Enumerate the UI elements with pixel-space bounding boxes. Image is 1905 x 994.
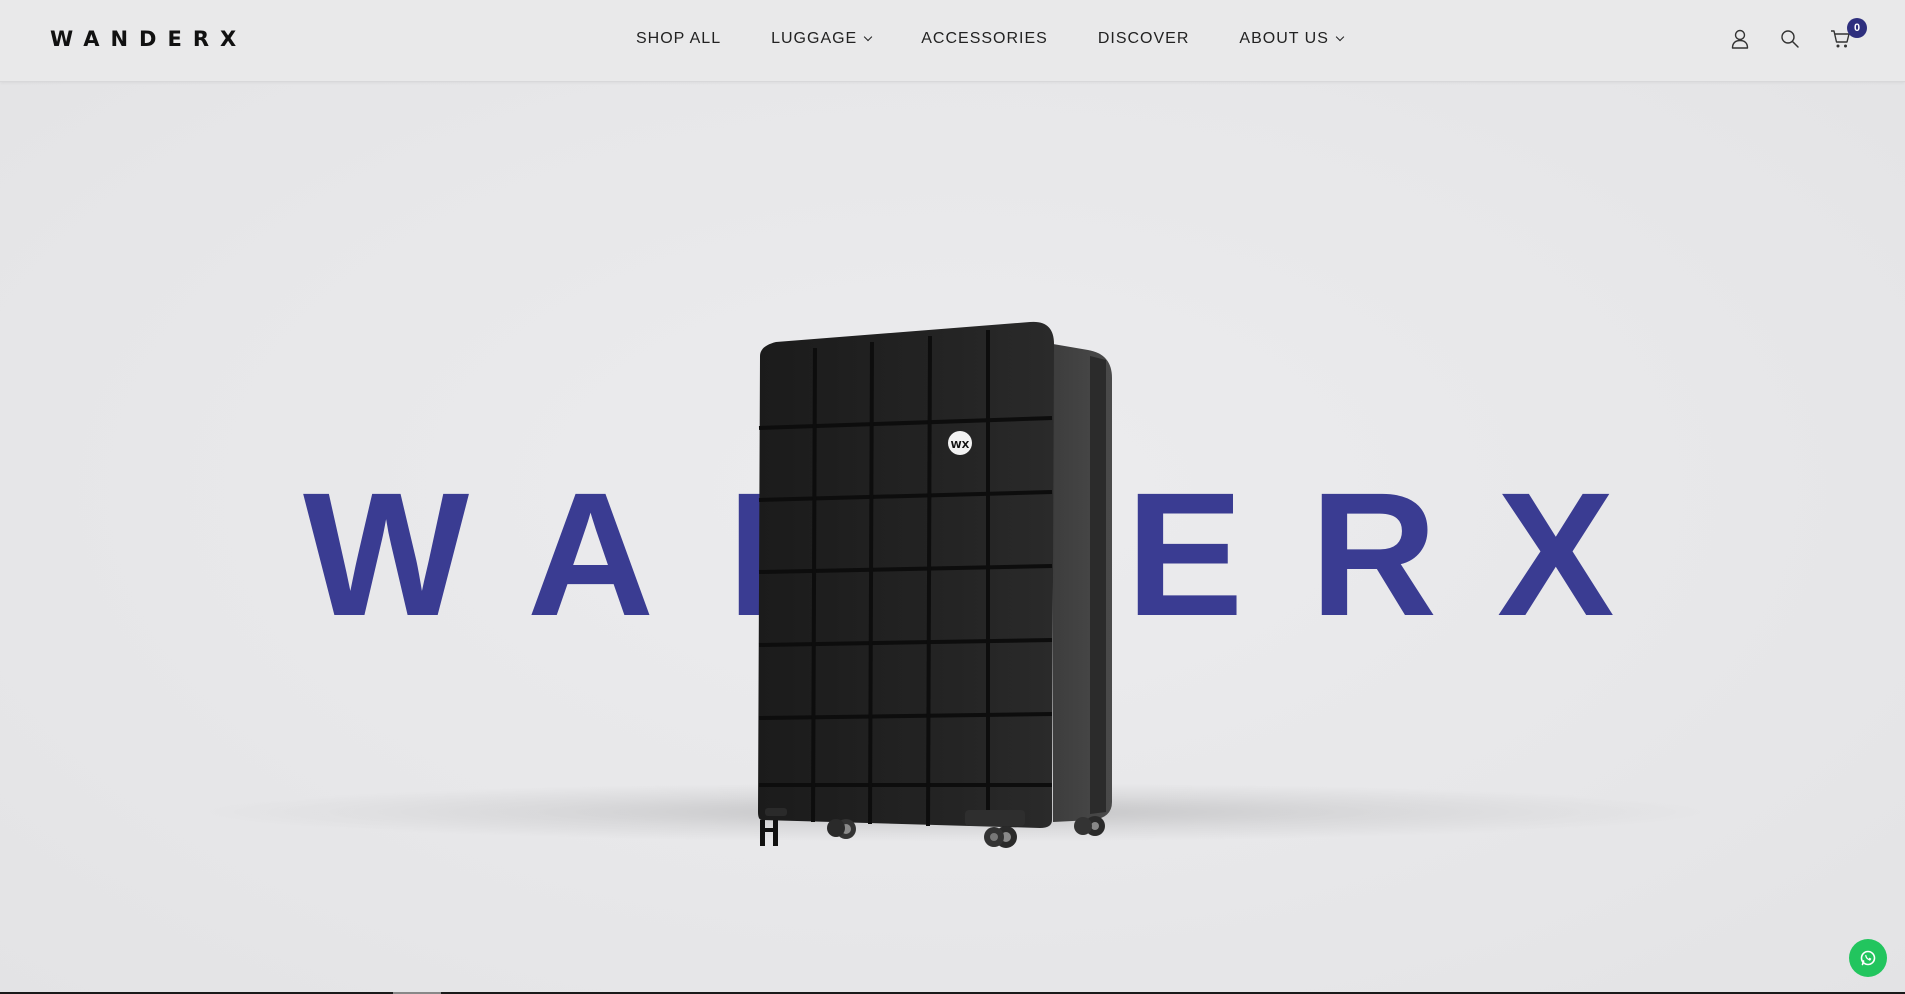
hero-section: W A N D E R X [0, 82, 1905, 992]
hero-letter: X [1497, 457, 1615, 653]
hero-letter: R [1310, 457, 1438, 653]
nav-label: ABOUT US [1239, 30, 1329, 47]
nav-luggage[interactable]: LUGGAGE [771, 30, 873, 48]
nav-label: ACCESSORIES [921, 30, 1048, 47]
suitcase-image: WX [740, 320, 1130, 850]
hero-letter: A [527, 457, 655, 653]
search-icon[interactable] [1780, 28, 1804, 52]
hero-letter: W [303, 457, 470, 653]
user-icon[interactable] [1730, 28, 1754, 52]
nav-label: DISCOVER [1097, 30, 1190, 47]
site-logo[interactable]: WANDERX [50, 27, 247, 51]
nav-label: LUGGAGE [771, 30, 858, 47]
hero-letter: E [1126, 457, 1244, 653]
cart-count-badge: 0 [1847, 18, 1867, 38]
whatsapp-icon [1860, 950, 1876, 966]
nav-about-us[interactable]: ABOUT US [1239, 30, 1345, 48]
main-nav: SHOP ALL LUGGAGE ACCESSORIES DISCOVER AB… [636, 30, 1345, 48]
chevron-down-icon [863, 32, 873, 42]
nav-discover[interactable]: DISCOVER [1098, 30, 1190, 48]
nav-label: SHOP ALL [636, 30, 722, 47]
site-header: WANDERX SHOP ALL LUGGAGE ACCESSORIES DIS… [0, 0, 1905, 82]
header-icons: 0 [1705, 18, 1905, 58]
cart-button[interactable]: 0 [1830, 18, 1867, 52]
nav-accessories[interactable]: ACCESSORIES [921, 30, 1048, 48]
nav-shop-all[interactable]: SHOP ALL [636, 30, 721, 48]
whatsapp-chat-button[interactable] [1849, 939, 1887, 977]
chevron-down-icon [1335, 32, 1345, 42]
suitcase-badge: WX [951, 440, 970, 451]
